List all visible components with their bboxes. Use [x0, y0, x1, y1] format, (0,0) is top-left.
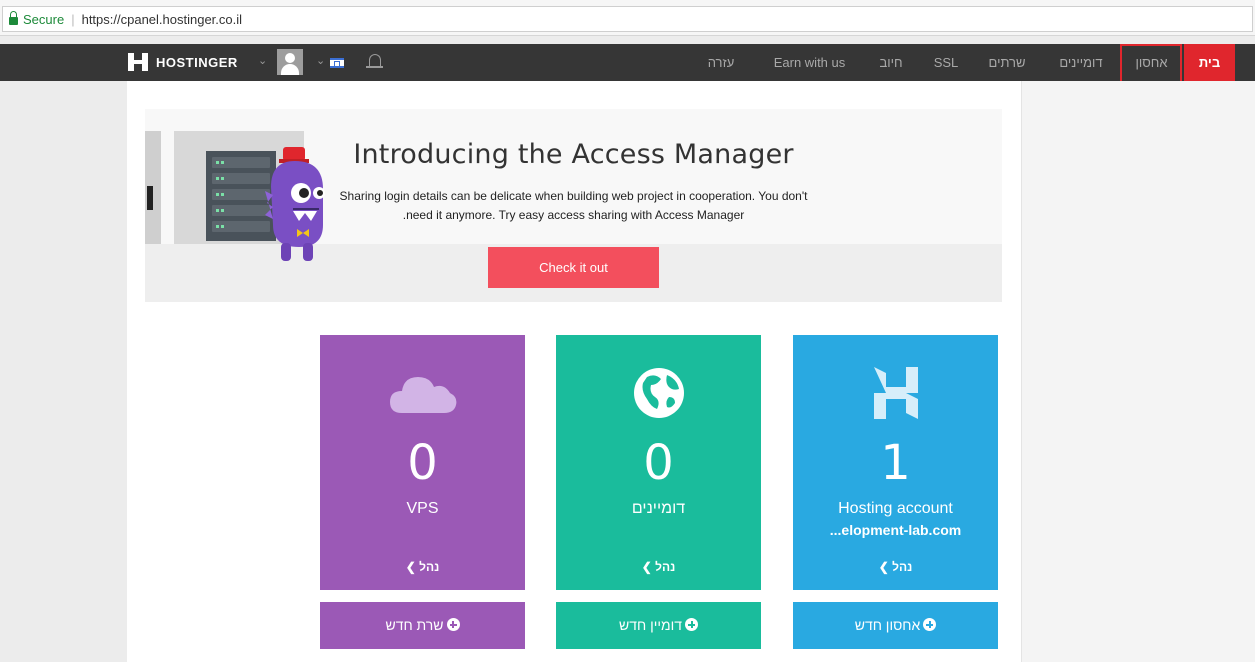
banner-text-line2: .need it anymore. Try easy access sharin… — [402, 208, 745, 222]
server-rack-illustration — [145, 131, 161, 244]
access-manager-banner: Introducing the Access Manager Sharing l… — [145, 109, 1002, 302]
nav-item-servers[interactable]: שרתים — [975, 44, 1039, 81]
hosting-label: Hosting account — [838, 500, 953, 517]
nav-item-earn-with-us[interactable]: Earn with us — [759, 44, 860, 81]
plus-circle-icon — [446, 618, 460, 631]
nav-item-billing[interactable]: חיוב — [864, 44, 918, 81]
bell-icon[interactable] — [366, 54, 383, 68]
new-hosting-label: אחסון חדש — [854, 617, 921, 633]
hostinger-logo-icon — [873, 367, 918, 419]
nav-item-home[interactable]: בית — [1184, 44, 1235, 89]
chevron-down-icon[interactable]: ⌄ — [316, 54, 325, 67]
vps-card[interactable]: 0 VPS ❮ נהל — [320, 335, 525, 590]
domains-count: 0 — [643, 435, 674, 491]
server-unit-icon — [212, 189, 270, 200]
globe-icon — [633, 368, 684, 418]
url-field[interactable]: Secure | https://cpanel.hostinger.co.il — [2, 6, 1253, 32]
nav-item-domains[interactable]: דומיינים — [1044, 44, 1118, 81]
banner-description: Sharing login details can be delicate wh… — [310, 187, 837, 225]
new-domain-label: דומיין חדש — [618, 617, 682, 633]
hosting-domain: ...elopment-lab.com — [829, 522, 962, 538]
nav-item-help[interactable]: עזרה — [694, 44, 748, 81]
hosting-card[interactable]: 1 Hosting account ...elopment-lab.com ❮ … — [793, 335, 998, 590]
plus-circle-icon — [923, 618, 937, 631]
server-unit-icon — [212, 157, 270, 168]
url-text[interactable]: https://cpanel.hostinger.co.il — [82, 12, 242, 27]
server-unit-icon — [212, 173, 270, 184]
browser-address-bar: Secure | https://cpanel.hostinger.co.il — [0, 0, 1255, 36]
domains-label: דומיינים — [631, 500, 686, 517]
domains-manage-link[interactable]: ❮ נהל — [556, 560, 761, 574]
hostinger-logo-icon — [128, 53, 148, 71]
left-gutter — [0, 81, 127, 662]
cloud-icon — [389, 377, 456, 413]
hosting-manage-link[interactable]: ❮ נהל — [793, 560, 998, 574]
new-hosting-button[interactable]: אחסון חדש — [793, 602, 998, 649]
domains-card[interactable]: 0 דומיינים ❮ נהל — [556, 335, 761, 590]
banner-title: Introducing the Access Manager — [353, 139, 794, 170]
hosting-count: 1 — [880, 435, 911, 491]
new-domain-button[interactable]: דומיין חדש — [556, 602, 761, 649]
chevron-left-icon: ❮ — [405, 560, 416, 574]
new-server-button[interactable]: שרת חדש — [320, 602, 525, 649]
brand-logo[interactable]: HOSTINGER — [128, 53, 238, 71]
avatar[interactable] — [277, 49, 303, 75]
secure-label: Secure — [23, 11, 65, 27]
banner-text-line1: Sharing login details can be delicate wh… — [339, 189, 808, 203]
chevron-left-icon: ❮ — [878, 560, 889, 574]
right-sidebar — [1021, 81, 1255, 662]
brand-name: HOSTINGER — [156, 54, 238, 70]
check-it-out-button[interactable]: Check it out — [488, 247, 659, 288]
vps-manage-link[interactable]: ❮ נהל — [320, 560, 525, 574]
vps-count: 0 — [407, 435, 438, 491]
nav-item-ssl[interactable]: SSL — [922, 44, 970, 81]
server-unit-icon — [212, 221, 270, 232]
plus-circle-icon — [685, 618, 698, 631]
manage-label: נהל — [892, 560, 913, 574]
lock-icon — [9, 11, 18, 25]
server-unit-icon — [212, 205, 270, 216]
manage-label: נהל — [419, 560, 440, 574]
chevron-left-icon: ❮ — [641, 560, 652, 574]
manage-label: נהל — [655, 560, 676, 574]
vps-label: VPS — [406, 500, 439, 517]
top-nav: HOSTINGER ⌄ ⌄ עזרה Earn with us חיוב SSL… — [0, 44, 1255, 89]
chevron-down-icon[interactable]: ⌄ — [258, 54, 267, 67]
url-separator: | — [71, 11, 75, 27]
israel-flag-icon[interactable] — [330, 58, 344, 68]
new-server-label: שרת חדש — [385, 617, 444, 633]
